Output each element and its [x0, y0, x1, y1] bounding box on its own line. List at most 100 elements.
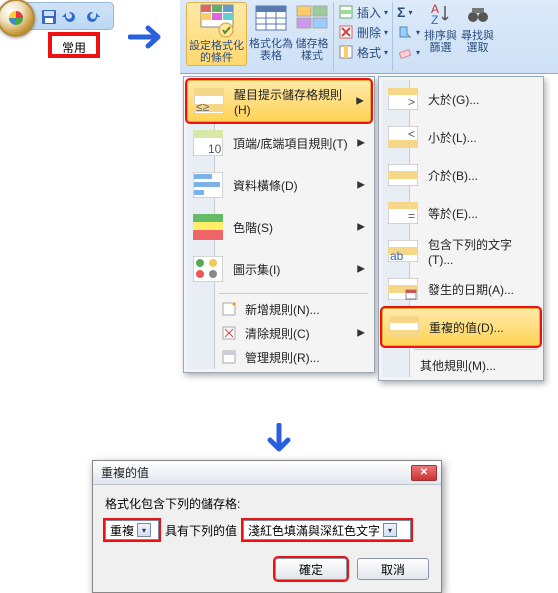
redo-icon[interactable] — [85, 9, 101, 25]
conditional-formatting-button[interactable]: 設定格式化 的條件 — [186, 2, 247, 66]
ok-button[interactable]: 確定 — [275, 558, 347, 580]
tab-home[interactable]: 常用 — [50, 34, 98, 56]
submenu-arrow-icon: ▶ — [357, 264, 365, 275]
fill-button[interactable]: ▾ — [397, 22, 420, 42]
sort-filter-button[interactable]: AZ 排序與 篩選 — [424, 2, 457, 54]
menu-item-label: 清除規則(C) — [245, 325, 310, 342]
table-icon — [254, 2, 288, 36]
menu-item-label: 介於(B)... — [428, 167, 478, 184]
combo-value: 淺紅色填滿與深紅色文字 — [248, 522, 380, 539]
icon-sets-icon — [193, 256, 223, 282]
menu-less-than[interactable]: < 小於(L)... — [382, 118, 540, 156]
dropdown-icon: ▾ — [383, 523, 397, 537]
submenu-arrow-icon: ▶ — [357, 328, 365, 339]
menu-item-label: 資料橫條(D) — [233, 177, 298, 194]
format-button[interactable]: 格式▾ — [338, 42, 388, 62]
clear-button[interactable]: ▾ — [397, 42, 420, 62]
manage-rules-icon — [221, 349, 237, 365]
fill-icon — [397, 24, 413, 40]
eraser-icon — [397, 44, 413, 60]
dialog-title: 重複的值 — [101, 464, 411, 481]
menu-item-label: 重複的值(D)... — [429, 319, 504, 336]
insert-label: 插入 — [357, 4, 381, 21]
combo-value: 重複 — [110, 522, 134, 539]
format-icon — [338, 44, 354, 60]
dialog-mid-label: 具有下列的值 — [165, 522, 237, 539]
menu-color-scales[interactable]: 色階(S) ▶ — [187, 206, 371, 248]
highlight-rules-icon: ≤≥ — [194, 88, 224, 114]
menu-icon-sets[interactable]: 圖示集(I) ▶ — [187, 248, 371, 290]
new-rule-icon — [221, 301, 237, 317]
svg-text:≤≥: ≤≥ — [196, 100, 210, 114]
delete-icon — [338, 24, 354, 40]
svg-text:ab: ab — [390, 249, 404, 262]
menu-text-contains[interactable]: ab 包含下列的文字(T)... — [382, 232, 540, 270]
cancel-button[interactable]: 取消 — [357, 558, 429, 580]
ribbon-group-styles: 設定格式化 的條件 格式化為 表格 儲存格 樣式 — [184, 2, 334, 71]
svg-text:10: 10 — [208, 142, 222, 156]
binoculars-icon — [465, 2, 491, 28]
annotation-arrow-down — [264, 423, 294, 459]
menu-separator — [414, 349, 537, 350]
menu-item-label: 色階(S) — [233, 219, 273, 236]
button-label: 確定 — [299, 561, 323, 578]
less-than-icon: < — [388, 126, 418, 148]
menu-between[interactable]: 介於(B)... — [382, 156, 540, 194]
annotation-arrow-right — [128, 22, 174, 52]
format-label: 格式 — [357, 44, 381, 61]
menu-highlight-cell-rules[interactable]: ≤≥ 醒目提示儲存格規則(H) ▶ — [187, 80, 371, 122]
format-as-table-button[interactable]: 格式化為 表格 — [249, 2, 293, 66]
quick-access-toolbar — [2, 2, 114, 30]
ribbon-group-cells: 插入▾ 刪除▾ 格式▾ — [336, 2, 393, 71]
menu-date-occurring[interactable]: 發生的日期(A)... — [382, 270, 540, 308]
cell-styles-icon — [295, 2, 329, 36]
conditional-formatting-menu: ≤≥ 醒目提示儲存格規則(H) ▶ 10 頂端/底端項目規則(T) ▶ 資料橫條… — [183, 76, 375, 373]
menu-equal-to[interactable]: = 等於(E)... — [382, 194, 540, 232]
insert-icon — [338, 4, 354, 20]
menu-item-label: 等於(E)... — [428, 205, 478, 222]
format-as-table-label: 格式化為 表格 — [249, 38, 293, 62]
submenu-arrow-icon: ▶ — [357, 222, 365, 233]
svg-text:<: < — [408, 127, 415, 141]
sort-filter-label: 排序與 篩選 — [424, 30, 457, 54]
menu-new-rule[interactable]: 新增規則(N)... — [187, 297, 371, 321]
menu-item-label: 醒目提示儲存格規則(H) — [234, 86, 352, 117]
duplicate-type-combo[interactable]: 重複 ▾ — [105, 520, 159, 540]
close-button[interactable]: ✕ — [411, 465, 437, 481]
autosum-button[interactable]: Σ▾ — [397, 2, 412, 22]
menu-clear-rules[interactable]: 清除規則(C) ▶ — [187, 321, 371, 345]
menu-top-bottom-rules[interactable]: 10 頂端/底端項目規則(T) ▶ — [187, 122, 371, 164]
duplicate-values-dialog: 重複的值 ✕ 格式化包含下列的儲存格: 重複 ▾ 具有下列的值 淺紅色填滿與深紅… — [92, 460, 442, 593]
data-bars-icon — [193, 172, 223, 198]
dialog-body: 格式化包含下列的儲存格: 重複 ▾ 具有下列的值 淺紅色填滿與深紅色文字 ▾ — [93, 485, 441, 550]
equal-to-icon: = — [388, 202, 418, 224]
cell-styles-button[interactable]: 儲存格 樣式 — [295, 2, 329, 66]
cell-styles-label: 儲存格 樣式 — [296, 38, 329, 62]
format-style-combo[interactable]: 淺紅色填滿與深紅色文字 ▾ — [243, 520, 411, 540]
menu-item-label: 頂端/底端項目規則(T) — [233, 135, 348, 152]
office-button[interactable] — [0, 0, 35, 37]
menu-item-label: 圖示集(I) — [233, 261, 280, 278]
menu-greater-than[interactable]: > 大於(G)... — [382, 80, 540, 118]
svg-text:=: = — [408, 209, 415, 223]
menu-item-label: 發生的日期(A)... — [428, 281, 514, 298]
delete-button[interactable]: 刪除▾ — [338, 22, 388, 42]
delete-label: 刪除 — [357, 24, 381, 41]
submenu-arrow-icon: ▶ — [356, 96, 364, 107]
menu-manage-rules[interactable]: 管理規則(R)... — [187, 345, 371, 369]
menu-item-label: 包含下列的文字(T)... — [428, 236, 522, 267]
undo-icon[interactable] — [61, 9, 77, 25]
menu-more-rules[interactable]: 其他規則(M)... — [382, 353, 540, 377]
conditional-formatting-label: 設定格式化 的條件 — [189, 40, 244, 64]
menu-duplicate-values[interactable]: 重複的值(D)... — [382, 308, 540, 346]
title-area: 常用 — [2, 2, 114, 56]
menu-data-bars[interactable]: 資料橫條(D) ▶ — [187, 164, 371, 206]
save-icon[interactable] — [41, 9, 57, 25]
date-occurring-icon — [388, 278, 418, 300]
dialog-titlebar[interactable]: 重複的值 ✕ — [93, 461, 441, 485]
greater-than-icon: > — [388, 88, 418, 110]
ribbon-group-editing: Σ▾ ▾ ▾ AZ 排序與 篩選 尋找與 選取 — [395, 2, 498, 71]
find-select-button[interactable]: 尋找與 選取 — [461, 2, 494, 54]
clear-rules-icon — [221, 325, 237, 341]
insert-button[interactable]: 插入▾ — [338, 2, 388, 22]
